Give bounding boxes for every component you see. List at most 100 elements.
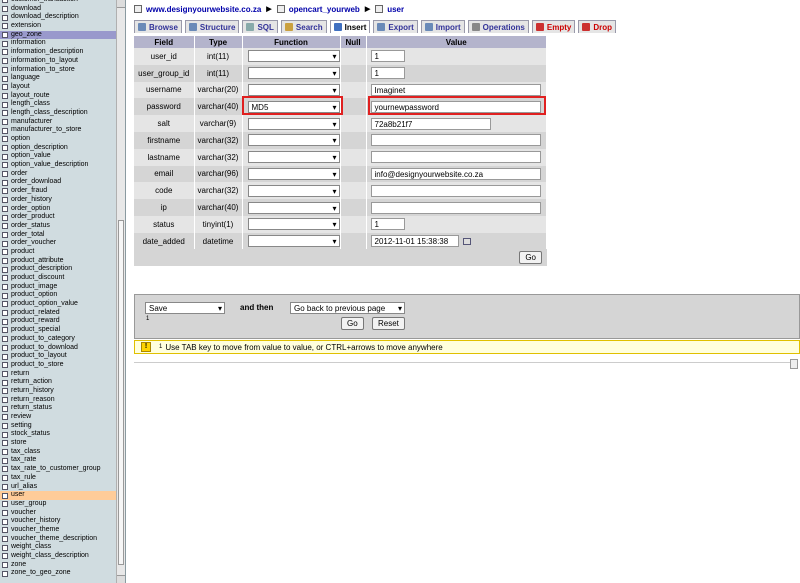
breadcrumb-database[interactable]: opencart_yourweb [289, 5, 360, 14]
table-name[interactable]: review [11, 413, 31, 422]
table-icon[interactable] [2, 440, 8, 447]
table-icon[interactable] [2, 214, 8, 221]
table-icon[interactable] [2, 431, 8, 438]
table-icon[interactable] [2, 405, 8, 412]
table-list-item[interactable]: length_class_description [0, 109, 116, 118]
table-list-item[interactable]: geo_zone [0, 30, 116, 40]
table-icon[interactable] [2, 49, 8, 56]
table-name[interactable]: order_download [11, 178, 61, 187]
table-name[interactable]: tax_class [11, 448, 40, 457]
table-list-item[interactable]: return_reason [0, 396, 116, 405]
table-name[interactable]: setting [11, 422, 32, 431]
table-name[interactable]: geo_zone [11, 31, 42, 40]
table-list-item[interactable]: product_description [0, 265, 116, 274]
table-icon[interactable] [2, 492, 8, 499]
table-name[interactable]: order_product [11, 213, 55, 222]
table-name[interactable]: product_image [11, 283, 57, 292]
table-name[interactable]: store [11, 439, 27, 448]
table-icon[interactable] [2, 223, 8, 230]
table-list-item[interactable]: product_image [0, 283, 116, 292]
table-icon[interactable] [2, 58, 8, 65]
table-name[interactable]: product [11, 248, 34, 257]
table-name[interactable]: product_discount [11, 274, 64, 283]
table-icon[interactable] [2, 544, 8, 551]
table-list-item[interactable]: product_special [0, 326, 116, 335]
table-name[interactable]: product_to_download [11, 344, 78, 353]
table-icon[interactable] [2, 92, 8, 99]
table-list-item[interactable]: tax_rule [0, 474, 116, 483]
table-list-item[interactable]: return [0, 370, 116, 379]
table-list-item[interactable]: zone [0, 561, 116, 570]
table-list-item[interactable]: option_value_description [0, 161, 116, 170]
table-name[interactable]: return_history [11, 387, 54, 396]
table-list-item[interactable]: weight_class_description [0, 552, 116, 561]
table-list-item[interactable]: order_fraud [0, 187, 116, 196]
function-select[interactable] [247, 50, 340, 63]
table-list-item[interactable]: order_status [0, 222, 116, 231]
table-name[interactable]: product_option_value [11, 300, 78, 309]
table-icon[interactable] [2, 275, 8, 282]
table-icon[interactable] [2, 249, 8, 256]
tab-browse[interactable]: Browse [134, 20, 182, 33]
function-select[interactable] [247, 134, 340, 147]
function-select[interactable] [247, 235, 340, 248]
table-name[interactable]: information [11, 39, 46, 48]
function-select[interactable] [247, 201, 340, 214]
table-icon[interactable] [2, 310, 8, 317]
table-list-item[interactable]: user_group [0, 500, 116, 509]
breadcrumb-table[interactable]: user [387, 5, 404, 14]
code-input[interactable] [370, 184, 541, 197]
table-name[interactable]: layout_route [11, 92, 50, 101]
table-name[interactable]: language [11, 74, 40, 83]
table-name[interactable]: extension [11, 22, 41, 31]
table-name[interactable]: order [11, 170, 27, 179]
table-icon[interactable] [2, 231, 8, 238]
table-icon[interactable] [2, 101, 8, 108]
table-icon[interactable] [2, 327, 8, 334]
table-icon[interactable] [2, 344, 8, 351]
table-icon[interactable] [2, 292, 8, 299]
table-name[interactable]: stock_status [11, 430, 50, 439]
table-name[interactable]: voucher_theme_description [11, 535, 97, 544]
table-list-item[interactable]: order_product [0, 213, 116, 222]
table-name[interactable]: weight_class [11, 543, 51, 552]
table-list-item[interactable]: return_status [0, 404, 116, 413]
table-icon[interactable] [2, 136, 8, 143]
table-list-item[interactable]: tax_rate [0, 456, 116, 465]
table-icon[interactable] [2, 75, 8, 82]
table-icon[interactable] [2, 457, 8, 464]
table-list-item[interactable]: download_description [0, 13, 116, 22]
table-list-item[interactable]: order [0, 170, 116, 179]
table-icon[interactable] [2, 197, 8, 204]
table-list-item[interactable]: url_alias [0, 483, 116, 492]
table-icon[interactable] [2, 501, 8, 508]
table-name[interactable]: order_history [11, 196, 52, 205]
table-list-item[interactable]: product_to_store [0, 361, 116, 370]
breadcrumb-server[interactable]: www.designyourwebsite.co.za [146, 5, 261, 14]
table-list-item[interactable]: order_download [0, 178, 116, 187]
table-list-item[interactable]: product_to_layout [0, 352, 116, 361]
table-icon[interactable] [2, 396, 8, 403]
go-button[interactable]: Go [519, 251, 542, 264]
table-icon[interactable] [2, 66, 8, 73]
function-select[interactable] [247, 83, 340, 96]
table-list-item[interactable]: information_description [0, 48, 116, 57]
table-icon[interactable] [2, 205, 8, 212]
status-input[interactable]: 1 [370, 218, 405, 231]
table-icon[interactable] [2, 240, 8, 247]
table-name[interactable]: tax_rule [11, 474, 36, 483]
calendar-icon[interactable] [462, 237, 471, 245]
table-icon[interactable] [2, 32, 8, 39]
function-select[interactable] [247, 184, 340, 197]
function-select[interactable] [247, 218, 340, 231]
table-list-item[interactable]: review [0, 413, 116, 422]
table-list-item[interactable]: product_discount [0, 274, 116, 283]
table-list-item[interactable]: product_reward [0, 317, 116, 326]
table-icon[interactable] [2, 84, 8, 91]
table-icon[interactable] [2, 14, 8, 21]
table-list-item[interactable]: product_to_download [0, 344, 116, 353]
table-list-item[interactable]: tax_class [0, 448, 116, 457]
tab-drop[interactable]: Drop [578, 20, 616, 33]
table-name[interactable]: product_attribute [11, 257, 64, 266]
table-list-item[interactable]: layout_route [0, 92, 116, 101]
